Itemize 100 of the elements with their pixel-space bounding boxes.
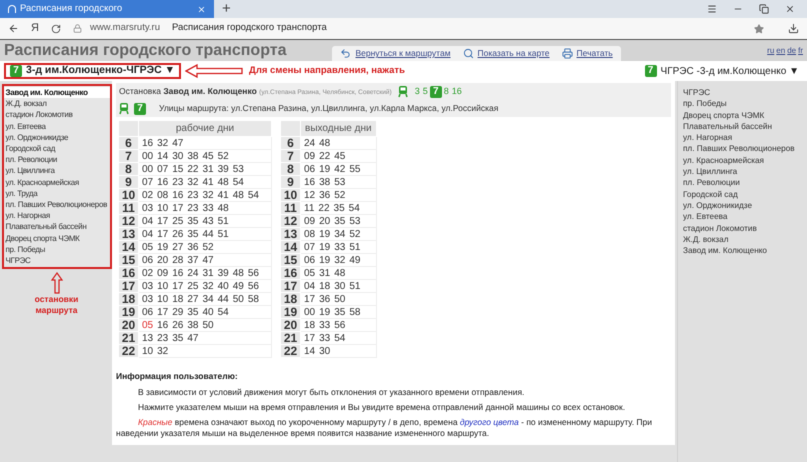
stop-item[interactable]: Плавательный бассейн (4, 221, 110, 233)
stop-item[interactable]: ул. Труда (4, 188, 110, 200)
stop-item[interactable]: Дворец спорта ЧЭМК (683, 110, 807, 121)
stop-item[interactable]: ул. Нагорная (683, 132, 807, 144)
stop-item[interactable]: стадион Локомотив (4, 109, 110, 121)
minutes-cell[interactable]: 03 10 18 27 34 44 50 58 (138, 292, 272, 306)
stop-item[interactable]: ул. Красноармейская (4, 176, 110, 188)
minutes-cell[interactable]: 00 19 35 58 (300, 306, 376, 318)
stop-item[interactable]: Завод им. Колющенко (4, 87, 110, 98)
close-icon[interactable] (785, 4, 795, 14)
hour-cell: 6 (118, 136, 138, 150)
minutes-cell[interactable]: 02 09 16 24 31 39 48 56 (138, 266, 272, 280)
stop-item[interactable]: пл. Павших Революционеров (683, 143, 807, 155)
stop-item[interactable]: ул. Цвиллинга (4, 165, 110, 177)
language-link[interactable]: fr (798, 44, 803, 56)
minutes-cell[interactable]: 12 36 52 (300, 188, 376, 202)
close-icon[interactable] (197, 4, 206, 14)
minutes-cell[interactable]: 09 22 45 (300, 150, 376, 162)
stop-item[interactable]: Городской сад (683, 188, 807, 200)
hour-cell: 21 (118, 332, 138, 344)
minutes-cell[interactable]: 11 22 35 54 (300, 202, 376, 214)
stop-item[interactable]: ул. Нагорная (4, 210, 110, 222)
minutes-cell[interactable]: 06 20 28 37 47 (138, 254, 272, 266)
stop-item[interactable]: Городской сад (4, 143, 110, 154)
header-link[interactable]: Вернуться к маршрутам (340, 47, 451, 60)
browser-tab[interactable]: Расписания городского (0, 0, 214, 18)
new-tab-button[interactable]: + (214, 0, 239, 18)
stop-item[interactable]: ЧГРЭС (683, 87, 807, 98)
reverse-direction-selector[interactable]: 7 ЧГРЭС -3-д им.Колющенко ▼ (644, 64, 803, 78)
stop-item[interactable]: ул. Евтеева (683, 211, 807, 223)
minutes-cell[interactable]: 07 19 33 51 (300, 240, 376, 254)
minutes-cell[interactable]: 17 33 54 (300, 332, 376, 344)
menu-icon[interactable] (707, 4, 717, 14)
hour-cell: 7 (280, 150, 300, 162)
lock-icon (72, 24, 82, 33)
minutes-cell[interactable]: 17 36 50 (300, 292, 376, 306)
minutes-cell[interactable]: 04 18 30 51 (300, 280, 376, 292)
minutes-cell[interactable]: 13 23 35 47 (138, 332, 272, 344)
restore-icon[interactable] (759, 4, 769, 14)
language-link[interactable]: ru (767, 44, 774, 56)
reload-icon[interactable] (50, 24, 61, 34)
minutes-cell[interactable]: 05 19 27 36 52 (138, 240, 272, 254)
minutes-cell[interactable]: 02 08 16 23 32 41 48 54 (138, 188, 272, 202)
minutes-cell[interactable]: 00 07 15 22 31 39 53 (138, 162, 272, 176)
direction-selector[interactable]: 7 3-д им.Колющенко-ЧГРЭС ▼ (4, 63, 182, 79)
minutes-cell[interactable]: 09 20 35 53 (300, 214, 376, 228)
minutes-cell[interactable]: 06 19 32 49 (300, 254, 376, 266)
minutes-cell[interactable]: 04 17 26 35 44 51 (138, 228, 272, 240)
stop-item[interactable]: пл. Павших Революционеров (4, 199, 110, 210)
hour-cell: 6 (280, 136, 300, 150)
stop-item[interactable]: ул. Красноармейская (683, 154, 807, 166)
minutes-cell[interactable]: 10 32 (138, 344, 272, 358)
language-link[interactable]: en (776, 44, 786, 56)
minutes-cell[interactable]: 14 30 (300, 344, 376, 358)
minutes-cell[interactable]: 04 17 25 35 43 51 (138, 214, 272, 228)
minutes-cell[interactable]: 06 19 42 55 (300, 162, 376, 176)
hour-cell: 11 (280, 202, 300, 214)
stop-item[interactable]: стадион Локомотив (683, 222, 807, 234)
minutes-cell[interactable]: 06 17 29 35 40 54 (138, 306, 272, 318)
minutes-cell[interactable]: 16 32 47 (138, 136, 272, 150)
url-text[interactable]: www.marsruty.ru (90, 21, 160, 36)
header-link[interactable]: Показать на карте (462, 47, 550, 60)
hour-cell: 22 (280, 344, 300, 358)
minutes-cell[interactable]: 24 48 (300, 136, 376, 150)
minutes-cell[interactable]: 03 10 17 23 33 48 (138, 202, 272, 214)
hour-cell: 9 (280, 176, 300, 188)
minutes-cell[interactable]: 18 33 56 (300, 318, 376, 332)
stop-item[interactable]: пр. Победы (4, 244, 110, 256)
stop-item[interactable]: Плавательный бассейн (683, 120, 807, 132)
hour-cell: 17 (280, 280, 300, 292)
hour-cell: 13 (280, 228, 300, 240)
minutes-cell[interactable]: 03 10 17 25 32 40 49 56 (138, 280, 272, 292)
back-icon[interactable] (8, 23, 19, 34)
stop-item[interactable]: ул. Евтеева (4, 120, 110, 132)
minutes-cell[interactable]: 05 31 48 (300, 266, 376, 280)
header-link[interactable]: Печатать (562, 47, 613, 60)
download-icon[interactable] (788, 23, 799, 34)
minutes-cell[interactable]: 08 19 34 52 (300, 228, 376, 240)
stop-item[interactable]: ЧГРЭС (4, 255, 110, 266)
stop-item[interactable]: Ж.Д. вокзал (4, 98, 110, 110)
stop-item[interactable]: ул. Орджоникидзе (4, 132, 110, 144)
language-link[interactable]: de (787, 44, 796, 56)
minutes-cell[interactable]: 00 14 30 38 45 52 (138, 150, 272, 162)
stop-item[interactable]: Дворец спорта ЧЭМК (4, 232, 110, 244)
hour-cell: 13 (118, 228, 138, 240)
route-badge: 7 (430, 86, 442, 98)
stop-item[interactable]: ул. Орджоникидзе (683, 200, 807, 212)
stop-item[interactable]: Ж.Д. вокзал (683, 234, 807, 246)
stop-item[interactable]: ул. Цвиллинга (683, 166, 807, 178)
minutes-cell[interactable]: 16 38 53 (300, 176, 376, 188)
minutes-cell[interactable]: 05 16 26 38 50 (138, 318, 272, 332)
minutes-cell[interactable]: 07 16 23 32 41 48 54 (138, 176, 272, 188)
info-paragraph: Нажмите указателем мыши на время отправления и Вы увидите времена отправлений данной машины со всех остановок. (137, 402, 626, 413)
stop-item[interactable]: пр. Победы (683, 98, 807, 110)
stop-item[interactable]: пл. Революции (683, 177, 807, 189)
hour-cell: 8 (118, 162, 138, 176)
yandex-button[interactable]: Я (31, 20, 39, 37)
stop-item[interactable]: пл. Революции (4, 154, 110, 166)
bookmark-star-icon[interactable] (754, 24, 764, 34)
stop-item[interactable]: Завод им. Колющенко (683, 245, 807, 256)
